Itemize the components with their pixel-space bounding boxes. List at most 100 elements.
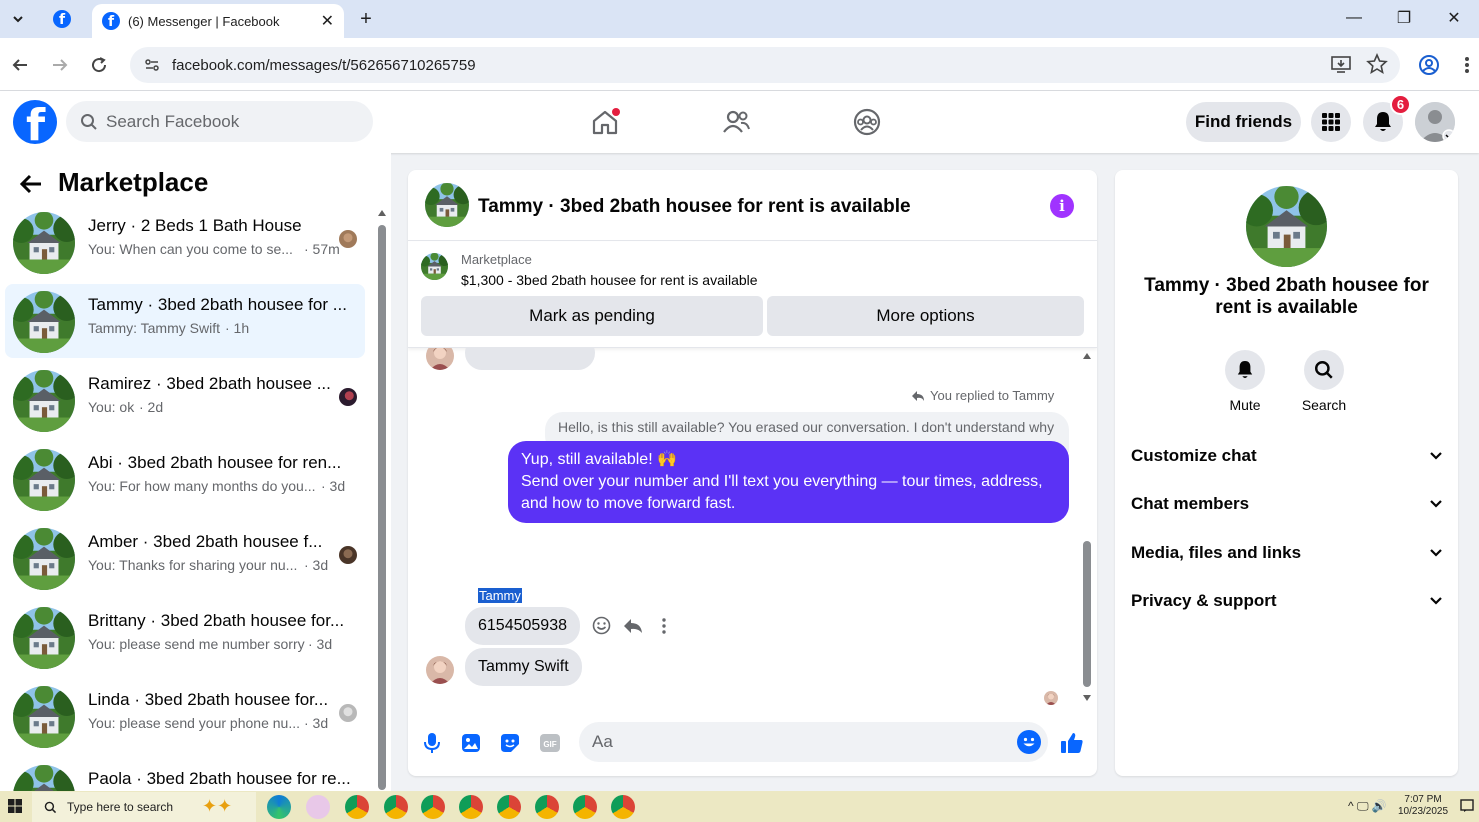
browser-menu-icon[interactable] [1452, 50, 1479, 80]
facebook-pinned-tab[interactable]: f [48, 6, 76, 32]
paint-app-icon[interactable] [306, 795, 330, 819]
find-friends-button[interactable]: Find friends [1186, 102, 1301, 142]
install-app-icon[interactable] [1330, 53, 1352, 79]
facebook-search-bar[interactable]: Search Facebook [66, 101, 373, 142]
chrome-icon[interactable] [459, 795, 483, 819]
photo-icon[interactable] [459, 731, 483, 755]
close-tab-icon[interactable]: ✕ [321, 11, 334, 31]
message-input[interactable] [579, 722, 1048, 762]
conversation-item[interactable]: Jerry · 2 Beds 1 Bath House You: When ca… [5, 205, 365, 279]
conversation-name: Tammy · 3bed 2bath housee for rent is av… [1144, 275, 1429, 318]
conversation-item[interactable]: Linda · 3bed 2bath housee for... You: pl… [5, 679, 365, 753]
sender-avatar [426, 656, 454, 684]
url-text: facebook.com/messages/t/562656710265759 [172, 56, 476, 74]
mute-button[interactable]: Mute [1205, 350, 1285, 413]
window-controls: — ❐ ✕ [1329, 0, 1479, 38]
active-browser-tab[interactable]: f (6) Messenger | Facebook ✕ [92, 4, 344, 38]
conversation-item[interactable]: Abi · 3bed 2bath housee for ren... You: … [5, 442, 365, 516]
conversation-preview: You: For how many months do you... [88, 478, 316, 494]
system-tray-icons[interactable]: ^ 🖵 🔊 [1348, 799, 1387, 814]
conversation-item-active[interactable]: Tammy · 3bed 2bath housee for ... Tammy:… [5, 284, 365, 358]
conversation-time: · 3d [321, 478, 346, 494]
react-emoji-icon[interactable] [591, 615, 612, 636]
taskbar-clock[interactable]: 7:07 PM 10/23/2025 [1398, 794, 1448, 818]
close-window-icon[interactable]: ✕ [1429, 0, 1479, 36]
message-line: Send over your number and I'll text you … [521, 473, 1043, 490]
chrome-icon[interactable] [345, 795, 369, 819]
minimize-icon[interactable]: — [1329, 0, 1379, 36]
conversation-item[interactable]: Paola · 3bed 2bath housee for re... [5, 758, 365, 791]
back-arrow-icon[interactable] [16, 169, 46, 199]
emoji-icon[interactable] [1017, 730, 1041, 754]
search-icon [44, 801, 57, 813]
browser-tab-bar: f f (6) Messenger | Facebook ✕ + — ❐ ✕ [0, 0, 1479, 38]
customize-chat-row[interactable]: Customize chat [1121, 434, 1452, 478]
conversation-preview: Tammy: Tammy Swift [88, 320, 220, 336]
listing-thumbnail [13, 765, 75, 791]
bookmark-star-icon[interactable] [1366, 52, 1388, 79]
conversation-preview: You: When can you come to se... [88, 241, 293, 257]
windows-start-icon[interactable] [8, 799, 22, 818]
address-bar[interactable]: facebook.com/messages/t/562656710265759 [130, 47, 1400, 83]
incoming-message-bubble[interactable]: Tammy Swift [465, 648, 582, 686]
conversation-item[interactable]: Ramirez · 3bed 2bath housee ... You: ok … [5, 363, 365, 437]
reply-arrow-icon[interactable] [622, 615, 643, 636]
chat-members-row[interactable]: Chat members [1121, 482, 1452, 526]
listing-thumbnail [13, 686, 75, 748]
sender-avatar [426, 348, 454, 370]
thumbs-up-icon[interactable] [1060, 731, 1084, 755]
chrome-icon[interactable] [535, 795, 559, 819]
chrome-icon[interactable] [421, 795, 445, 819]
notification-center-icon[interactable] [1460, 799, 1474, 818]
search-label: Search [1301, 397, 1347, 413]
forward-arrow-icon[interactable] [45, 50, 75, 80]
back-arrow-icon[interactable] [5, 50, 35, 80]
conversation-preview: You: ok [88, 399, 135, 415]
reload-icon[interactable] [84, 50, 114, 80]
message-composer: GIF [408, 708, 1097, 776]
conversation-preview: You: please send your phone nu... [88, 715, 300, 731]
groups-icon[interactable] [849, 105, 885, 139]
listing-description[interactable]: $1,300 - 3bed 2bath housee for rent is a… [461, 272, 758, 288]
gif-icon[interactable]: GIF [538, 731, 562, 755]
taskbar-search[interactable]: Type here to search ✦✦ [32, 792, 256, 822]
media-files-links-row[interactable]: Media, files and links [1121, 531, 1452, 575]
account-avatar[interactable] [1415, 102, 1455, 142]
facebook-logo[interactable]: f [13, 100, 57, 144]
privacy-support-row[interactable]: Privacy & support [1121, 579, 1452, 623]
edge-browser-icon[interactable] [267, 795, 291, 819]
sticker-icon[interactable] [498, 731, 522, 755]
profile-icon[interactable] [1414, 50, 1444, 80]
more-options-button[interactable]: More options [767, 296, 1084, 336]
microphone-icon[interactable] [420, 731, 444, 755]
more-dots-icon[interactable] [653, 615, 674, 636]
conversation-info-icon[interactable]: i [1050, 194, 1074, 218]
facebook-header: f Search Facebook Find friends 6 [0, 91, 1479, 153]
search-placeholder: Search Facebook [106, 111, 240, 131]
chrome-icon[interactable] [497, 795, 521, 819]
search-in-conversation-button[interactable]: Search [1284, 350, 1364, 413]
tab-search-chevron-icon[interactable] [4, 6, 32, 32]
conversation-item[interactable]: Amber · 3bed 2bath housee f... You: Than… [5, 521, 365, 595]
listing-thumbnail [13, 212, 75, 274]
menu-grid-icon[interactable] [1311, 102, 1351, 142]
restore-icon[interactable]: ❐ [1379, 0, 1429, 36]
chrome-icon[interactable] [384, 795, 408, 819]
conversation-item[interactable]: Brittany · 3bed 2bath housee for... You:… [5, 600, 365, 674]
home-icon[interactable] [587, 105, 623, 139]
outgoing-message-bubble[interactable]: Yup, still available! 🙌 Send over your n… [508, 441, 1069, 523]
conversation-name: Abi · 3bed 2bath housee for ren... [88, 453, 342, 472]
chat-title[interactable]: Tammy · 3bed 2bath housee for rent is av… [478, 196, 911, 218]
friends-icon[interactable] [718, 105, 754, 139]
chat-avatar[interactable] [425, 183, 469, 227]
seen-avatar [339, 704, 357, 722]
message-thread-scrollbar[interactable] [1082, 348, 1092, 708]
conversation-preview: You: Thanks for sharing your nu... [88, 557, 298, 573]
chrome-icon[interactable] [573, 795, 597, 819]
site-settings-icon[interactable] [140, 57, 164, 73]
mark-as-pending-button[interactable]: Mark as pending [421, 296, 763, 336]
new-tab-plus-icon[interactable]: + [352, 6, 380, 32]
conversation-list-scrollbar[interactable] [377, 209, 386, 790]
incoming-message-bubble[interactable]: 6154505938 [465, 607, 580, 645]
chrome-icon[interactable] [611, 795, 635, 819]
